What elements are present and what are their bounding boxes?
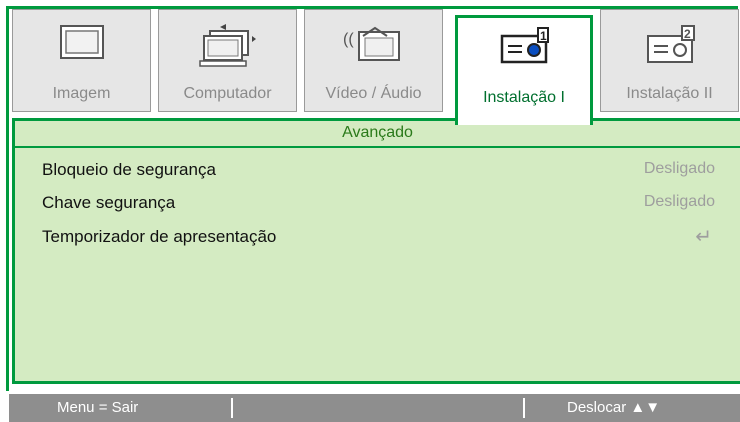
menu-exit-hint: Menu = Sair xyxy=(57,399,139,416)
setting-label: Bloqueio de segurança xyxy=(42,160,216,179)
setting-label: Temporizador de apresentação xyxy=(42,227,277,246)
svg-text:2: 2 xyxy=(684,27,691,41)
tab-instalacao-1[interactable]: 1 Instalação I xyxy=(455,15,593,125)
svg-text:1: 1 xyxy=(540,29,547,43)
tab-imagem[interactable]: Imagem xyxy=(12,9,151,112)
enter-icon: ↵ xyxy=(695,226,712,248)
setting-row-bloqueio[interactable]: Bloqueio de segurança Desligado xyxy=(42,160,740,190)
setting-row-temporizador[interactable]: Temporizador de apresentação ↵ xyxy=(42,226,740,257)
section-title: Avançado xyxy=(15,121,740,148)
tab-label: Imagem xyxy=(52,85,111,102)
navigate-hint: Deslocar ▲▼ xyxy=(567,399,661,416)
setting-label: Chave segurança xyxy=(42,193,176,212)
projector-icon: 1 xyxy=(494,26,554,75)
divider xyxy=(523,398,525,418)
settings-panel: Avançado Bloqueio de segurança Desligado… xyxy=(12,118,740,384)
status-bar: Menu = Sair Deslocar ▲▼ xyxy=(9,394,740,422)
divider xyxy=(231,398,233,418)
tab-label: Vídeo / Áudio xyxy=(325,85,422,102)
setting-value: Desligado xyxy=(643,193,715,210)
svg-text:((: (( xyxy=(343,31,354,48)
setting-row-chave[interactable]: Chave segurança Desligado xyxy=(42,193,740,223)
projector-2-icon: 2 xyxy=(640,24,700,73)
tab-computador[interactable]: Computador xyxy=(158,9,297,112)
monitor-icon xyxy=(58,24,106,69)
osd-menu: Imagem Computador (( Vídeo / Áudio 1 Ins… xyxy=(0,0,740,422)
tab-video-audio[interactable]: (( Vídeo / Áudio xyxy=(304,9,443,112)
tab-label: Instalação II xyxy=(626,85,713,102)
video-audio-icon: (( xyxy=(341,24,407,73)
tab-label: Instalação I xyxy=(483,89,565,106)
computer-icon xyxy=(198,24,258,73)
tab-instalacao-2[interactable]: 2 Instalação II xyxy=(600,9,739,112)
setting-value: Desligado xyxy=(643,160,715,177)
tab-label: Computador xyxy=(183,85,272,102)
